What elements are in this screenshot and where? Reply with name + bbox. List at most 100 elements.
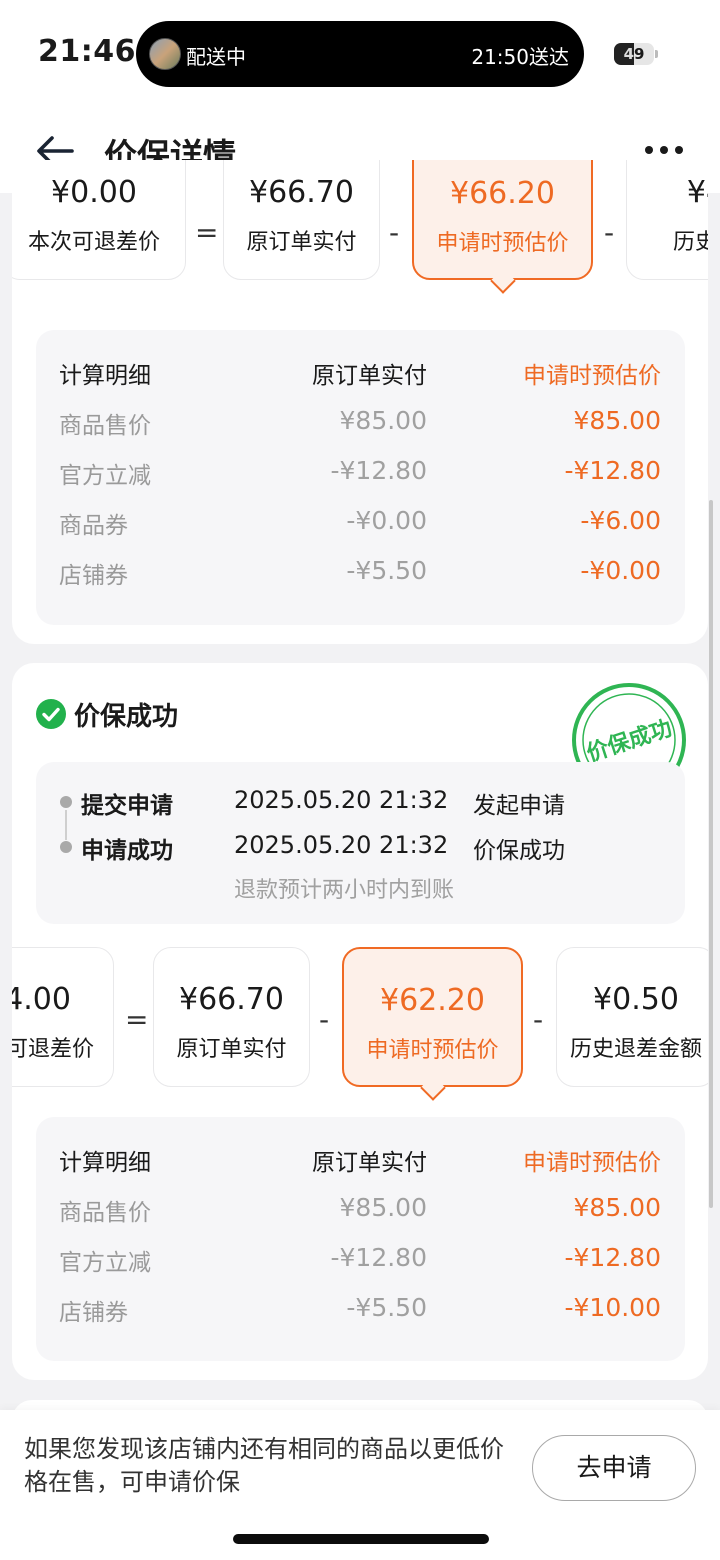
home-indicator[interactable] xyxy=(233,1534,489,1544)
detail-item-name: 商品售价 xyxy=(59,413,151,439)
detail-item-name: 商品券 xyxy=(59,513,128,539)
detail-column-header: 计算明细 xyxy=(59,1150,151,1176)
stamp-text: 价保成功 xyxy=(584,716,675,767)
detail-item-name: 官方立减 xyxy=(59,463,151,489)
calculation-detail: 计算明细 原订单实付 申请时预估价商品售价 ¥85.00 ¥85.00 官方立减 -¥12.… xyxy=(36,330,685,625)
delivery-status: 配送中 xyxy=(186,45,246,69)
battery-percent: 49 xyxy=(623,45,645,63)
timeline-step-time: 2025.05.20 21:32 xyxy=(234,786,449,814)
formula-operator: - xyxy=(533,1003,544,1036)
page-scrollbar[interactable] xyxy=(709,500,713,1208)
detail-row: 商品售价 ¥85.00 ¥85.00 xyxy=(36,406,685,446)
price-box: ¥4.00 本次可退差价 xyxy=(12,947,114,1087)
status-time: 21:46 xyxy=(38,34,136,69)
pointer-arrow xyxy=(419,1075,446,1101)
original-paid-value: -¥12.80 xyxy=(330,1243,428,1272)
original-paid-value: -¥5.50 xyxy=(346,556,427,585)
detail-row: 商品券 -¥0.00 -¥6.00 xyxy=(36,506,685,546)
price-box: ¥0.00 本次可退差价 xyxy=(12,160,186,280)
price-amount: ¥62.20 xyxy=(380,983,485,1018)
formula-operator: - xyxy=(389,216,400,249)
price-amount: ¥0.50 xyxy=(593,982,679,1017)
estimate-price-box: ¥62.20 申请时预估价 xyxy=(342,947,523,1101)
formula-track: ¥4.00本次可退差价=¥66.70原订单实付-¥62.20申请时预估价-¥0.… xyxy=(12,940,708,1105)
success-title: 价保成功 xyxy=(74,702,179,732)
formula-operator: = xyxy=(125,1003,149,1036)
delivery-live-activity[interactable]: 配送中 21:50送达 xyxy=(136,21,584,87)
price-label: 原订单实付 xyxy=(246,230,357,255)
store-avatar xyxy=(149,38,181,70)
price-label: 历史退 xyxy=(672,230,708,255)
detail-row: 官方立减 -¥12.80 -¥12.80 xyxy=(36,456,685,496)
formula-operator: - xyxy=(319,1003,330,1036)
price-label: 本次可退差价 xyxy=(27,230,160,255)
price-label: 申请时预估价 xyxy=(436,231,569,256)
estimate-value: -¥0.00 xyxy=(580,556,661,585)
bottom-bar: 如果您发现该店铺内还有相同的商品以更低价格在售，可申请价保 去申请 xyxy=(0,1410,720,1560)
price-label: 本次可退差价 xyxy=(12,1037,94,1062)
check-circle-icon xyxy=(36,699,66,729)
original-paid-value: ¥85.00 xyxy=(339,1193,427,1222)
price-label: 申请时预估价 xyxy=(366,1038,499,1063)
estimate-value: -¥12.80 xyxy=(564,456,662,485)
price-amount: ¥4.00 xyxy=(12,982,71,1017)
original-paid-value: -¥5.50 xyxy=(346,1293,427,1322)
pointer-arrow xyxy=(489,268,516,294)
formula-operator: = xyxy=(195,216,219,249)
price-amount: ¥4 xyxy=(686,175,708,210)
timeline: 提交申请 2025.05.20 21:32 发起申请 申请成功 2025.05.… xyxy=(36,762,685,924)
timeline-dot xyxy=(60,841,72,853)
original-paid-value: -¥0.00 xyxy=(346,506,427,535)
battery-icon: 49 xyxy=(614,43,658,65)
timeline-step-status: 价保成功 xyxy=(473,838,565,864)
refund-note: 退款预计两小时内到账 xyxy=(234,878,455,903)
estimate-value: ¥85.00 xyxy=(573,1193,661,1222)
formula-scroller[interactable]: ¥4.00本次可退差价=¥66.70原订单实付-¥62.20申请时预估价-¥0.… xyxy=(12,940,708,1105)
formula-operator: - xyxy=(604,216,615,249)
price-label: 历史退差金额 xyxy=(569,1037,702,1062)
price-box: ¥66.70 原订单实付 xyxy=(153,947,310,1087)
detail-header-row: 计算明细 原订单实付 申请时预估价 xyxy=(36,356,685,396)
detail-column-header: 原订单实付 xyxy=(312,363,427,389)
detail-item-name: 商品售价 xyxy=(59,1200,151,1226)
timeline-step-label: 提交申请 xyxy=(81,793,173,819)
formula-scroller[interactable]: ¥0.00 本次可退差价 = ¥66.70 原订单实付 - ¥66.20 申请时预估价 - ¥4 历… xyxy=(12,160,708,320)
timeline-line xyxy=(65,810,67,840)
detail-row: 店铺券 -¥5.50 -¥0.00 xyxy=(36,556,685,596)
price-box: ¥66.70 原订单实付 xyxy=(223,160,380,280)
detail-row: 官方立减 -¥12.80 -¥12.80 xyxy=(36,1243,685,1283)
price-amount: ¥66.70 xyxy=(179,982,284,1017)
detail-item-name: 店铺券 xyxy=(59,1300,128,1326)
timeline-step-status: 发起申请 xyxy=(473,793,565,819)
price-box: ¥4 历史退 xyxy=(626,160,708,280)
original-paid-value: -¥12.80 xyxy=(330,456,428,485)
price-label: 原订单实付 xyxy=(176,1037,287,1062)
estimate-value: -¥10.00 xyxy=(564,1293,662,1322)
price-box: ¥0.50 历史退差金额 xyxy=(556,947,708,1087)
detail-item-name: 官方立减 xyxy=(59,1250,151,1276)
timeline-step-label: 申请成功 xyxy=(81,838,173,864)
calculation-detail: 计算明细 原订单实付 申请时预估价商品售价 ¥85.00 ¥85.00 官方立减 -¥12.… xyxy=(36,1117,685,1361)
apply-hint: 如果您发现该店铺内还有相同的商品以更低价格在售，可申请价保 xyxy=(24,1435,504,1496)
estimate-value: -¥6.00 xyxy=(580,506,661,535)
formula-track: ¥0.00 本次可退差价 = ¥66.70 原订单实付 - ¥66.20 申请时预估价 - ¥4 历… xyxy=(12,160,708,320)
estimate-value: -¥12.80 xyxy=(564,1243,662,1272)
apply-button[interactable]: 去申请 xyxy=(532,1435,696,1501)
detail-column-header: 原订单实付 xyxy=(312,1150,427,1176)
price-amount: ¥66.70 xyxy=(249,175,354,210)
estimate-value: ¥85.00 xyxy=(573,406,661,435)
detail-header-row: 计算明细 原订单实付 申请时预估价 xyxy=(36,1143,685,1183)
detail-column-header: 申请时预估价 xyxy=(523,1150,661,1176)
detail-item-name: 店铺券 xyxy=(59,563,128,589)
detail-column-header: 申请时预估价 xyxy=(523,363,661,389)
detail-column-header: 计算明细 xyxy=(59,363,151,389)
original-paid-value: ¥85.00 xyxy=(339,406,427,435)
price-amount: ¥0.00 xyxy=(51,175,137,210)
estimate-price-box: ¥66.20 申请时预估价 xyxy=(412,160,593,294)
price-amount: ¥66.20 xyxy=(450,176,555,211)
detail-row: 商品售价 ¥85.00 ¥85.00 xyxy=(36,1193,685,1233)
timeline-step-time: 2025.05.20 21:32 xyxy=(234,831,449,859)
detail-row: 店铺券 -¥5.50 -¥10.00 xyxy=(36,1293,685,1333)
status-bar: 21:46 配送中 21:50送达 49 xyxy=(0,0,720,105)
delivery-eta: 21:50送达 xyxy=(471,45,569,69)
